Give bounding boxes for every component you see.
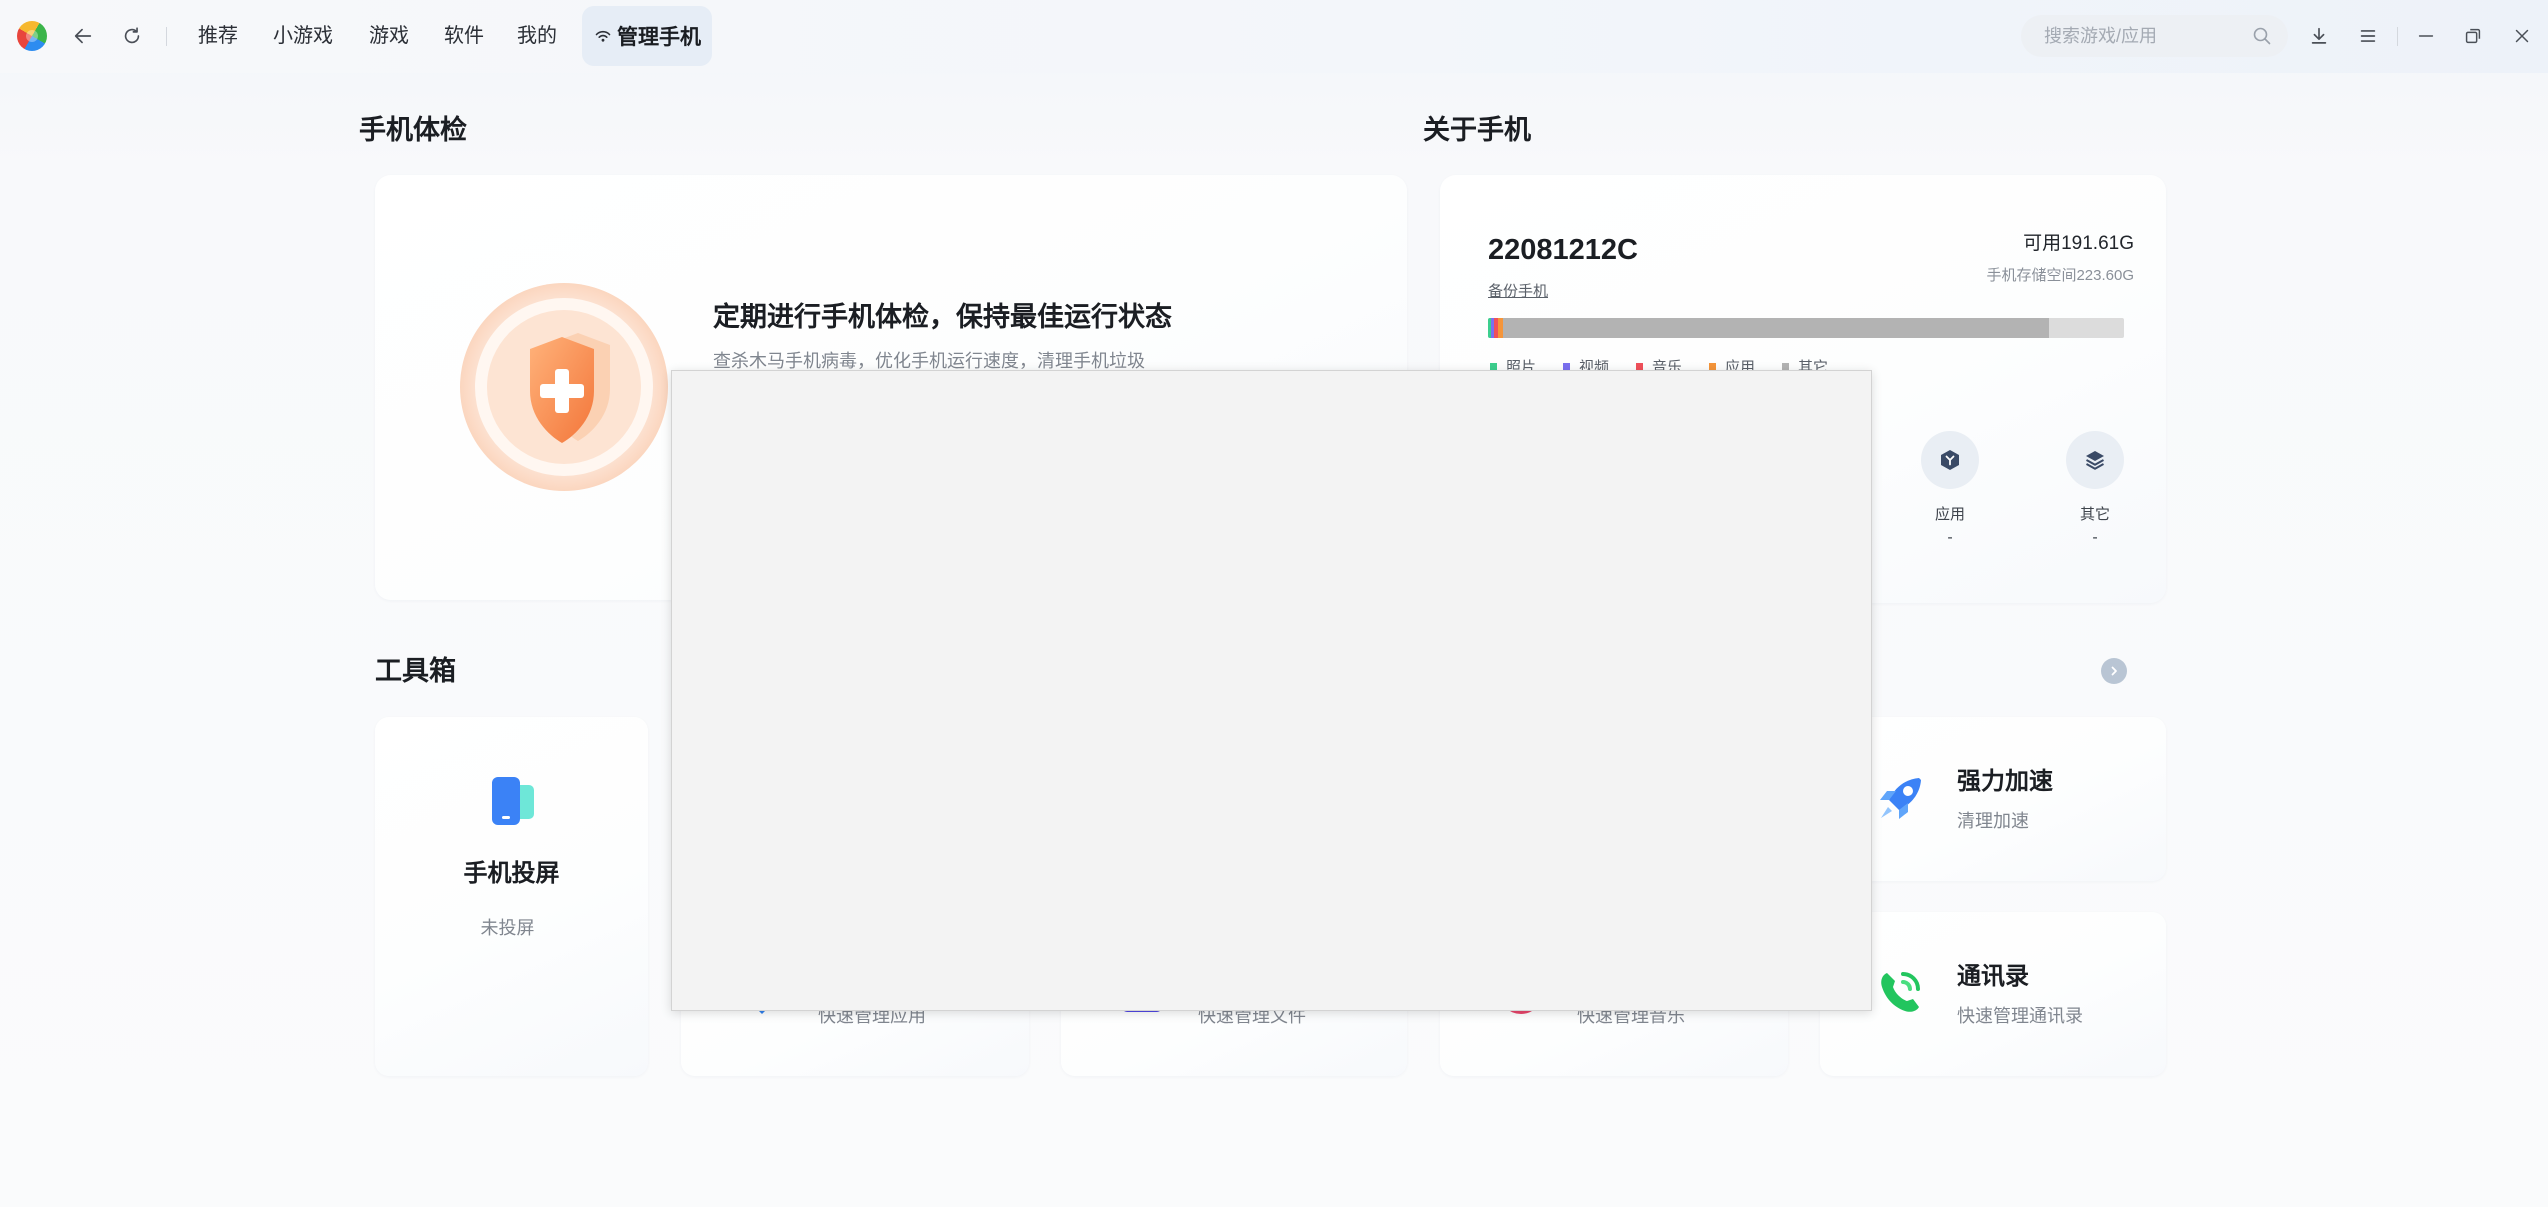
- category-apps[interactable]: 应用 -: [1900, 431, 2000, 548]
- category-label: 其它: [2079, 506, 2110, 523]
- toolbar-divider: [166, 27, 167, 46]
- close-icon[interactable]: [2510, 24, 2534, 48]
- search-icon[interactable]: [2252, 26, 2272, 46]
- legend-swatch: [1563, 362, 1570, 370]
- legend-swatch: [1709, 362, 1716, 370]
- layers-icon: [2066, 431, 2124, 489]
- section-heading-toolbox: 工具箱: [375, 656, 456, 686]
- tool-card-title: 手机投屏: [463, 860, 560, 887]
- search-input[interactable]: [2021, 15, 2241, 57]
- wifi-icon: [594, 27, 612, 45]
- phone-cast-icon: [482, 771, 542, 831]
- nav-tab-manage-phone[interactable]: 管理手机: [582, 6, 712, 66]
- app-logo-icon[interactable]: [17, 21, 47, 51]
- total-storage: 手机存储空间223.60G: [1986, 267, 2134, 284]
- shield-plus-icon: [458, 281, 670, 493]
- nav-tab-recommend[interactable]: 推荐: [198, 0, 238, 73]
- backup-phone-link[interactable]: 备份手机: [1488, 283, 1548, 301]
- blank-overlay-panel: [671, 370, 1872, 1011]
- category-value: -: [1947, 529, 1953, 546]
- title-bar: 推荐 小游戏 游戏 软件 我的 管理手机: [0, 0, 2548, 73]
- back-arrow-icon[interactable]: [71, 24, 95, 48]
- section-heading-about-phone: 关于手机: [1423, 115, 1531, 145]
- rocket-icon: [1873, 770, 1929, 826]
- search-box[interactable]: [2021, 15, 2288, 57]
- legend-swatch: [1782, 362, 1789, 370]
- legend-swatch: [1636, 362, 1643, 370]
- section-heading-checkup: 手机体检: [359, 115, 467, 145]
- minimize-icon[interactable]: [2414, 24, 2438, 48]
- refresh-icon[interactable]: [120, 24, 144, 48]
- storage-segment-other: [1502, 318, 2049, 338]
- contacts-icon: [1873, 963, 1929, 1019]
- window-controls-divider: [2397, 27, 2398, 46]
- tool-card-subtitle: 快速管理通讯录: [1957, 1006, 2083, 1026]
- tool-card-title: 强力加速: [1957, 768, 2053, 795]
- checkup-title: 定期进行手机体检，保持最佳运行状态: [713, 302, 1172, 332]
- download-icon[interactable]: [2307, 24, 2331, 48]
- toolbox-next-button[interactable]: [2101, 658, 2127, 684]
- storage-bar: [1488, 318, 2124, 338]
- tool-card-phone-cast[interactable]: 手机投屏 未投屏: [375, 717, 648, 1076]
- nav-tab-games[interactable]: 游戏: [369, 0, 409, 73]
- category-label: 应用: [1934, 506, 1965, 523]
- legend-swatch: [1490, 362, 1497, 370]
- nav-tab-software[interactable]: 软件: [444, 0, 484, 73]
- category-value: -: [2092, 529, 2098, 546]
- nav-tab-mine[interactable]: 我的: [517, 0, 557, 73]
- available-storage: 可用191.61G: [2023, 233, 2134, 254]
- phone-model: 22081212C: [1488, 234, 1638, 266]
- restore-icon[interactable]: [2461, 24, 2485, 48]
- app-hexagon-icon: [1921, 431, 1979, 489]
- tool-card-title: 通讯录: [1957, 963, 2029, 990]
- tool-card-subtitle: 清理加速: [1957, 811, 2029, 831]
- nav-tab-label: 管理手机: [617, 26, 701, 49]
- chevron-right-icon: [2111, 666, 2117, 676]
- menu-icon[interactable]: [2356, 24, 2380, 48]
- tool-card-subtitle: 未投屏: [480, 918, 535, 938]
- category-other[interactable]: 其它 -: [2045, 431, 2145, 548]
- nav-tab-mini-games[interactable]: 小游戏: [273, 0, 333, 73]
- checkup-subtitle: 查杀木马手机病毒，优化手机运行速度，清理手机垃圾: [713, 351, 1145, 371]
